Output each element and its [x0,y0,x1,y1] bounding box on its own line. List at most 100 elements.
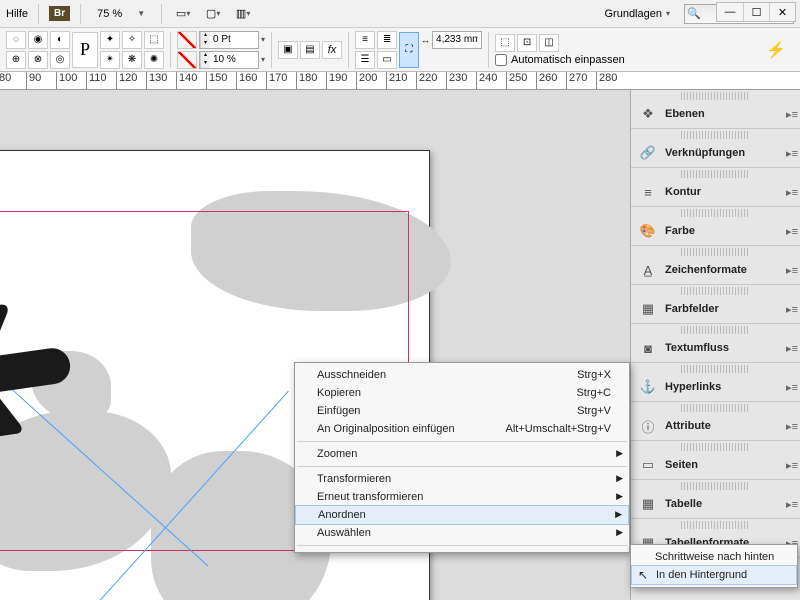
tool-icon[interactable]: ⬚ [144,31,164,49]
panel-verknüpfungen[interactable]: 🔗Verknüpfungen▸≡ [631,131,800,168]
panel-menu-icon[interactable]: ▸≡ [786,420,798,433]
panel-hyperlinks[interactable]: ⚓ Hyperlinks ▸≡ [631,365,800,402]
tool-icon[interactable]: ◌ [6,31,26,49]
autofit-checkbox[interactable] [495,54,507,66]
panel-icon: 🔗 [639,145,657,161]
tool-icon[interactable]: ✧ [122,31,142,49]
tool-icon[interactable]: ❋ [122,51,142,69]
top-menu-bar: Hilfe Br 75 %▼ ▭▾ ▢▾ ▥▾ Grundlagen▾ 🔍 — … [0,0,800,28]
panel-menu-icon[interactable]: ▸≡ [786,147,798,160]
right-panel-dock: ❖Ebenen▸≡🔗Verknüpfungen▸≡≡Kontur▸≡🎨Farbe… [630,90,800,600]
bridge-button[interactable]: Br [49,6,70,21]
panel-menu-icon[interactable]: ▸≡ [786,303,798,316]
panel-menu-icon[interactable]: ▸≡ [786,459,798,472]
width-field[interactable] [432,31,482,49]
ctx-zoom[interactable]: Zoomen▶ [295,445,629,463]
align-icon[interactable]: ≡ [355,31,375,49]
tool-icon[interactable]: ◐ [50,31,70,49]
panel-label: Hyperlinks [665,381,721,393]
panel-ebenen[interactable]: ❖ Ebenen ▸≡ [631,92,800,129]
autofit-label: Automatisch einpassen [511,54,625,66]
tool-icon[interactable]: ⊕ [6,51,26,69]
effects-icon[interactable]: ▤ [300,41,320,59]
panel-label: Farbe [665,225,695,237]
panel-menu-icon[interactable]: ▸≡ [786,342,798,355]
context-menu: AusschneidenStrg+X KopierenStrg+C Einfüg… [294,362,630,553]
panel-icon: ◙ [639,340,657,356]
align-icon[interactable]: ≣ [377,31,397,49]
fit-icon[interactable]: ⊡ [517,34,537,52]
panel-textumfluss[interactable]: ◙ Textumfluss ▸≡ [631,326,800,363]
zoom-dropdown[interactable]: 75 %▼ [91,6,151,22]
align-icon[interactable]: ▭ [377,51,397,69]
quick-apply-icon[interactable]: ⚡ [766,40,794,60]
panel-menu-icon[interactable]: ▸≡ [786,498,798,511]
fit-icon[interactable]: ◫ [539,34,559,52]
fx-icon[interactable]: fx [322,41,342,59]
tool-icon[interactable]: ✴ [100,51,120,69]
panel-menu-icon[interactable]: ▸≡ [786,108,798,121]
panel-tabelle[interactable]: ▦Tabelle▸≡ [631,482,800,519]
ctx-cut[interactable]: AusschneidenStrg+X [295,366,629,384]
cursor-icon: ↖ [638,568,648,582]
panel-menu-icon[interactable]: ▸≡ [786,225,798,238]
horizontal-ruler: 8090100110120130140150160170180190200210… [0,72,800,90]
panel-label: Seiten [665,459,698,471]
panel-label: Textumfluss [665,342,729,354]
paragraph-icon[interactable]: P [72,32,98,68]
help-menu[interactable]: Hilfe [6,8,28,20]
sub-send-backward[interactable]: Schrittweise nach hinten [631,548,797,566]
panel-icon: ❖ [639,106,657,122]
panel-menu-icon[interactable]: ▸≡ [786,186,798,199]
panel-seiten[interactable]: ▭ Seiten ▸≡ [631,443,800,480]
arrange-submenu: Schrittweise nach hinten ↖ In den Hinter… [630,544,798,588]
panel-label: Ebenen [665,108,705,120]
tool-icon[interactable]: ✺ [144,51,164,69]
stroke-weight-field[interactable]: ▴▾ [199,31,259,49]
panel-icon: ⚓ [639,379,657,395]
panel-label: Zeichenformate [665,264,747,276]
panel-icon: ▦ [639,301,657,317]
window-controls: — ☐ ✕ [716,2,796,22]
frame-fit-icon[interactable]: ⛶ [399,32,419,68]
effects-icon[interactable]: ▣ [278,41,298,59]
screen-mode-icon[interactable]: ▢▾ [202,3,224,25]
align-icon[interactable]: ☰ [355,51,375,69]
panel-kontur[interactable]: ≡Kontur▸≡ [631,170,800,207]
ctx-paste-in-place[interactable]: An Originalposition einfügenAlt+Umschalt… [295,420,629,438]
minimize-button[interactable]: — [717,3,743,21]
ctx-select[interactable]: Auswählen▶ [295,524,629,542]
search-icon: 🔍 [687,7,701,20]
tool-icon[interactable]: ◎ [50,51,70,69]
view-options-icon[interactable]: ▭▾ [172,3,194,25]
sub-send-to-back[interactable]: ↖ In den Hintergrund [631,565,797,585]
panel-icon: 🎨 [639,223,657,239]
tool-icon[interactable]: ✦ [100,31,120,49]
panel-zeichenformate[interactable]: A̲ Zeichenformate ▸≡ [631,248,800,285]
panel-menu-icon[interactable]: ▸≡ [786,381,798,394]
ctx-arrange[interactable]: Anordnen▶ [295,505,629,525]
panel-label: Tabelle [665,498,702,510]
panel-attribute[interactable]: ⓘAttribute▸≡ [631,404,800,441]
maximize-button[interactable]: ☐ [743,3,769,21]
tool-icon[interactable]: ⊗ [28,51,48,69]
workspace-switcher[interactable]: Grundlagen▾ [604,8,670,20]
arrange-docs-icon[interactable]: ▥▾ [232,3,254,25]
panel-menu-icon[interactable]: ▸≡ [786,264,798,277]
ctx-transform[interactable]: Transformieren▶ [295,470,629,488]
panel-farbe[interactable]: 🎨 Farbe ▸≡ [631,209,800,246]
ctx-copy[interactable]: KopierenStrg+C [295,384,629,402]
fit-icon[interactable]: ⬚ [495,34,515,52]
panel-label: Farbfelder [665,303,719,315]
tool-icon[interactable]: ◉ [28,31,48,49]
panel-icon: ▭ [639,457,657,473]
opacity-field[interactable]: ▴▾ [199,51,259,69]
stroke-swatch[interactable] [177,51,197,69]
ctx-paste[interactable]: EinfügenStrg+V [295,402,629,420]
panel-icon: A̲ [639,262,657,278]
control-toolbar: ◌ ◉ ◐ ⊕ ⊗ ◎ P ✦ ✧ ⬚ ✴ ❋ ✺ ▴▾ [0,28,800,72]
fill-swatch[interactable] [177,31,197,49]
ctx-transform-again[interactable]: Erneut transformieren▶ [295,488,629,506]
panel-farbfelder[interactable]: ▦ Farbfelder ▸≡ [631,287,800,324]
close-button[interactable]: ✕ [769,3,795,21]
